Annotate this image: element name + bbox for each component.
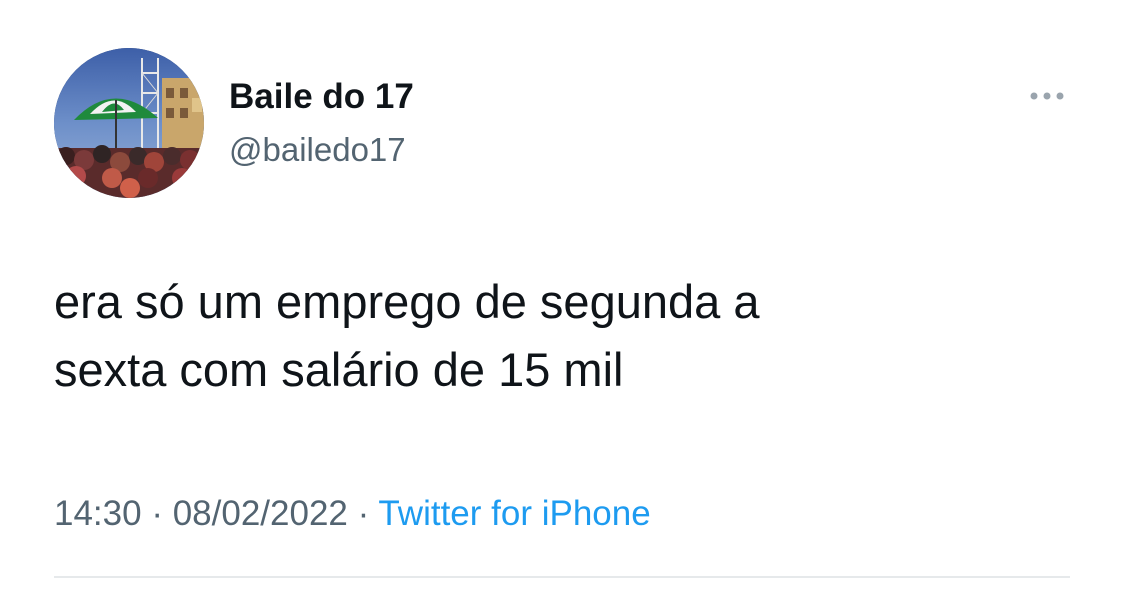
meta-separator: · bbox=[347, 494, 379, 533]
tweet-text-line: era só um emprego de segunda a bbox=[54, 275, 760, 328]
author-display-name[interactable]: Baile do 17 bbox=[229, 76, 414, 118]
tweet: Baile do 17 @bailedo17 era só um emprego… bbox=[0, 0, 1125, 595]
meta-separator: · bbox=[141, 494, 173, 533]
avatar[interactable] bbox=[54, 48, 204, 198]
avatar-photo bbox=[54, 48, 204, 198]
divider bbox=[54, 576, 1070, 578]
tweet-date[interactable]: 08/02/2022 bbox=[173, 494, 348, 533]
tweet-metadata: 14:30 · 08/02/2022 · Twitter for iPhone bbox=[54, 492, 651, 536]
tweet-text-line: sexta com salário de 15 mil bbox=[54, 343, 624, 396]
author-handle[interactable]: @bailedo17 bbox=[229, 130, 406, 170]
more-horizontal-icon bbox=[1030, 92, 1064, 100]
more-options-button[interactable] bbox=[1022, 80, 1072, 112]
tweet-time[interactable]: 14:30 bbox=[54, 494, 142, 533]
tweet-text: era só um emprego de segunda a sexta com… bbox=[54, 268, 1064, 404]
tweet-source-link[interactable]: Twitter for iPhone bbox=[378, 494, 650, 533]
